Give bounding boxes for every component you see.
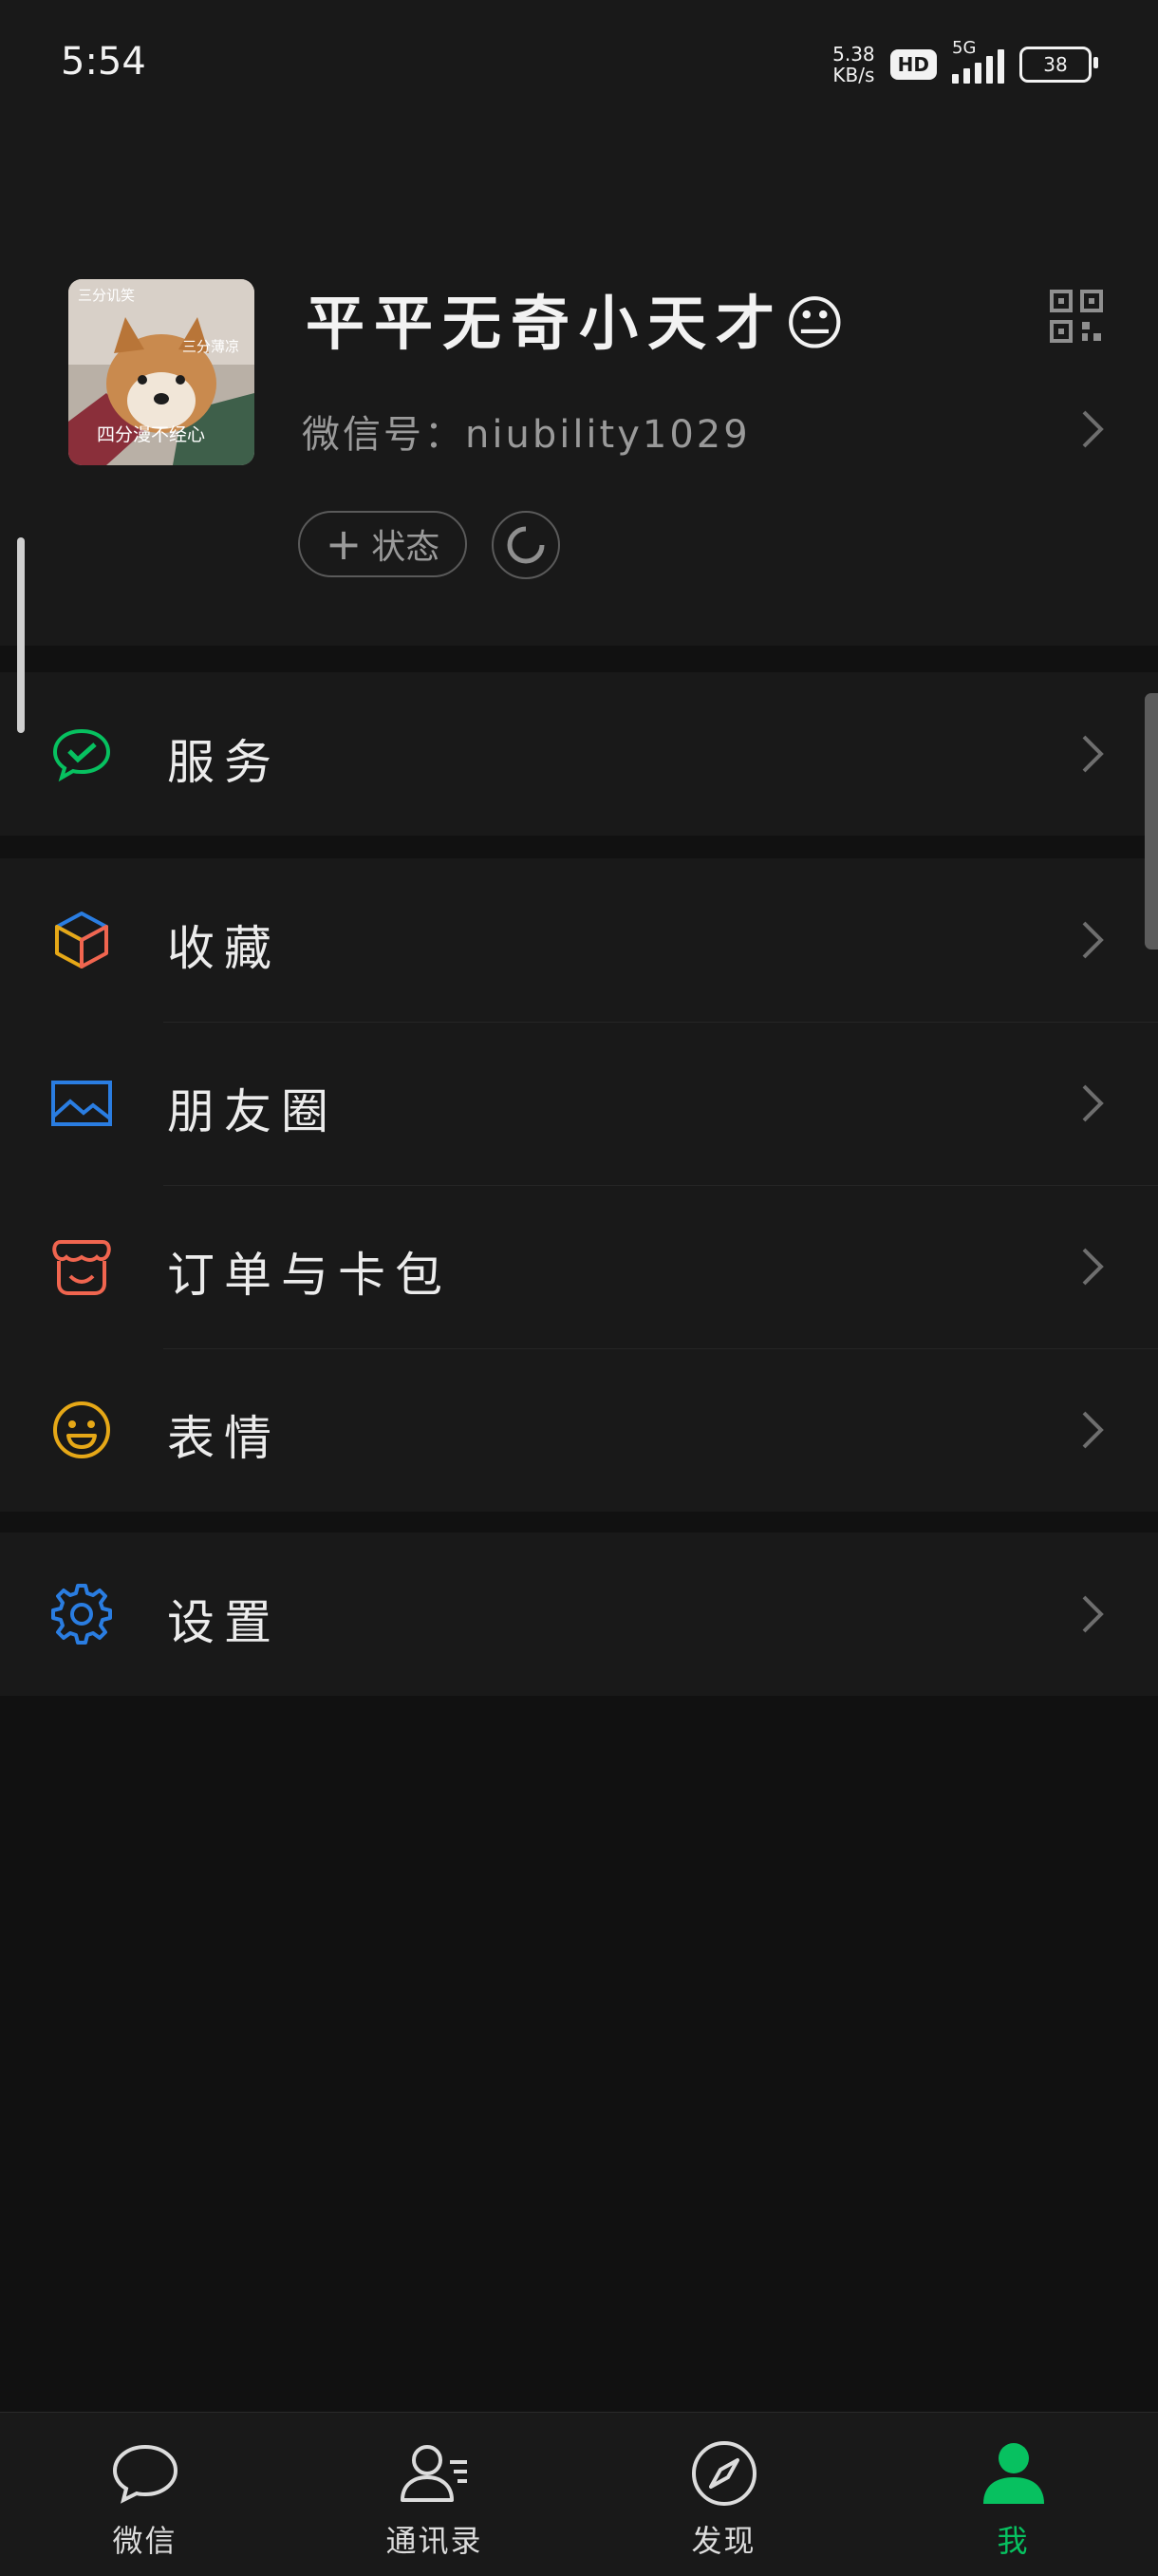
status-ring-button[interactable] xyxy=(492,511,560,579)
services-section: 服务 xyxy=(0,672,1158,836)
tab-discover[interactable]: 发现 xyxy=(579,2413,868,2576)
menu-label-services: 服务 xyxy=(167,735,281,790)
network-speed: 5.38 KB/s xyxy=(832,43,875,86)
bottom-tab-bar: 微信 通讯录 发现 我 xyxy=(0,2412,1158,2576)
signal-icon: 5G xyxy=(952,38,1004,84)
chat-bubble-icon xyxy=(112,2444,177,2504)
hd-badge: HD xyxy=(889,49,937,80)
menu-item-favorites[interactable]: 收藏 xyxy=(0,858,1158,1022)
menu-label-favorites: 收藏 xyxy=(167,921,281,976)
menu-item-settings[interactable]: 设置 xyxy=(0,1532,1158,1696)
left-edge-handle[interactable] xyxy=(17,537,25,733)
contacts-icon xyxy=(400,2445,467,2502)
tab-label-me: 我 xyxy=(997,2523,1030,2559)
features-section: 收藏 朋友圈 订单与卡包 表情 xyxy=(0,858,1158,1512)
tab-me[interactable]: 我 xyxy=(868,2413,1158,2576)
avatar-image: 三分讥笑 三分薄凉 四分漫不经心 xyxy=(68,279,254,465)
profile-header[interactable]: 三分讥笑 三分薄凉 四分漫不经心 平平无奇小天才😐 微信号：niubility1… xyxy=(0,133,1158,646)
add-status-label: 状态 xyxy=(371,528,440,567)
plus-icon: + xyxy=(325,518,363,570)
network-type: 5G xyxy=(952,38,977,58)
chevron-right-icon xyxy=(1082,921,1104,959)
add-status-button[interactable]: + 状态 xyxy=(298,511,467,577)
wechat-id: 微信号：niubility1029 xyxy=(302,413,751,457)
qr-code-icon[interactable] xyxy=(1050,290,1103,343)
chevron-right-icon xyxy=(1082,410,1104,448)
right-scrollbar[interactable] xyxy=(1145,693,1158,950)
compass-icon xyxy=(691,2441,756,2506)
menu-label-moments: 朋友圈 xyxy=(167,1084,338,1139)
svg-text:四分漫不经心: 四分漫不经心 xyxy=(97,424,205,445)
settings-section: 设置 xyxy=(0,1532,1158,1696)
menu-item-stickers[interactable]: 表情 xyxy=(0,1348,1158,1512)
cube-icon xyxy=(55,912,108,968)
chevron-right-icon xyxy=(1082,1084,1104,1122)
person-icon xyxy=(982,2443,1044,2504)
avatar[interactable]: 三分讥笑 三分薄凉 四分漫不经心 xyxy=(68,279,254,465)
wechat-pay-check-icon xyxy=(52,728,111,782)
menu-item-orders[interactable]: 订单与卡包 xyxy=(0,1185,1158,1348)
status-bar: 5:54 5.38 KB/s HD 5G 38 xyxy=(0,0,1158,133)
menu-label-settings: 设置 xyxy=(167,1595,281,1650)
chevron-right-icon xyxy=(1082,1595,1104,1633)
wallet-icon xyxy=(52,1240,111,1295)
menu-item-services[interactable]: 服务 xyxy=(0,672,1158,836)
tab-contacts[interactable]: 通讯录 xyxy=(290,2413,579,2576)
tab-label-contacts: 通讯录 xyxy=(385,2523,483,2559)
picture-icon xyxy=(51,1081,112,1126)
battery-level: 38 xyxy=(1043,53,1068,76)
battery-icon: 38 xyxy=(1019,47,1098,83)
status-indicators: 5.38 KB/s HD 5G 38 xyxy=(832,38,1098,86)
tab-label-chats: 微信 xyxy=(112,2523,177,2559)
status-time: 5:54 xyxy=(61,40,146,84)
menu-item-moments[interactable]: 朋友圈 xyxy=(0,1022,1158,1185)
tab-chats[interactable]: 微信 xyxy=(0,2413,290,2576)
refresh-ring-icon xyxy=(507,526,545,564)
chevron-right-icon xyxy=(1082,1411,1104,1449)
svg-text:三分薄凉: 三分薄凉 xyxy=(182,338,239,355)
profile-nickname: 平平无奇小天才😐 xyxy=(306,289,855,358)
gear-icon xyxy=(51,1584,112,1645)
tab-label-discover: 发现 xyxy=(691,2523,756,2559)
chevron-right-icon xyxy=(1082,735,1104,773)
svg-text:三分讥笑: 三分讥笑 xyxy=(78,287,135,304)
menu-label-stickers: 表情 xyxy=(167,1411,281,1466)
menu-label-orders: 订单与卡包 xyxy=(167,1248,452,1303)
chevron-right-icon xyxy=(1082,1248,1104,1286)
smiley-icon xyxy=(53,1401,110,1458)
